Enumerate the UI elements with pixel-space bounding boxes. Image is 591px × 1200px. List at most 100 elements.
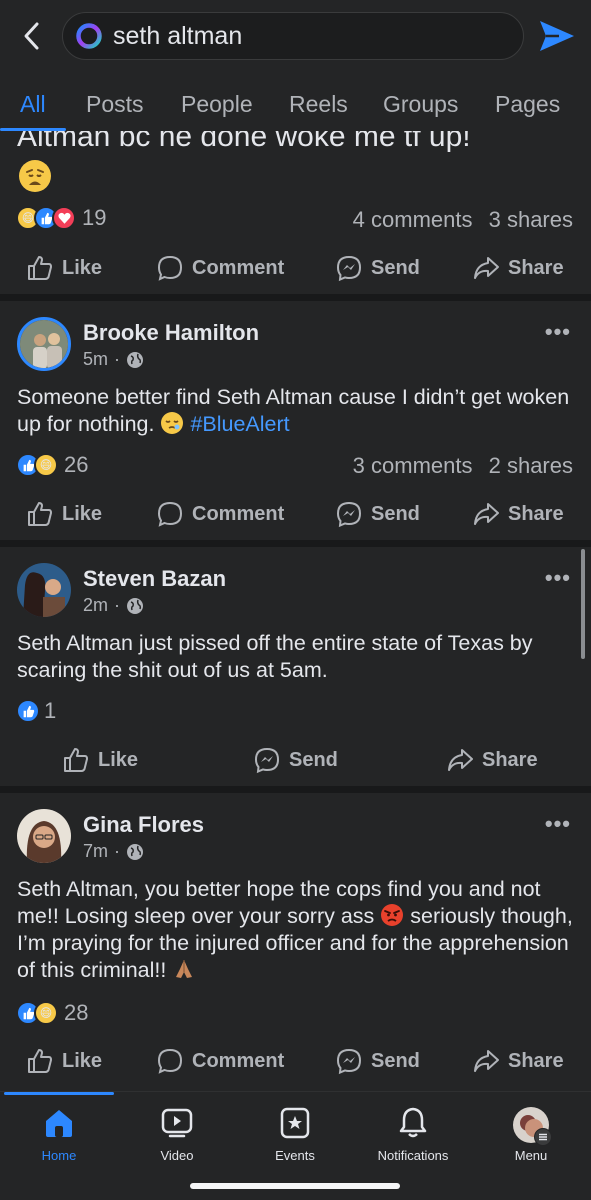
post-meta: 2m · [83,595,144,616]
messenger-icon [336,1048,362,1075]
search-results-feed[interactable]: Altman bc he done woke me tf up! 😄 19 4 … [0,131,591,1091]
post-actions: Like Comment Send Share [0,246,591,290]
more-options-button[interactable]: ••• [545,811,571,837]
post-author[interactable]: Brooke Hamilton [83,320,259,346]
share-arrow-icon [448,749,473,771]
like-button[interactable]: Like [26,500,102,528]
nav-menu[interactable]: Menu [476,1106,586,1163]
send-button[interactable]: Send [335,500,420,528]
post-stats[interactable]: 4 comments 3 shares [343,207,573,233]
share-button[interactable]: Share [472,500,564,528]
comment-button[interactable]: Comment [156,500,284,528]
menu-avatar [512,1106,552,1146]
post-author[interactable]: Steven Bazan [83,566,226,592]
chevron-left-icon [24,22,39,50]
send-label: Send [289,748,338,771]
post-author[interactable]: Gina Flores [83,812,204,838]
back-button[interactable] [14,18,50,54]
post-meta: 5m · [83,349,144,370]
reaction-summary[interactable]: 😄 26 [16,451,88,479]
post-stats[interactable]: 3 comments 2 shares [343,453,573,479]
scrollbar[interactable] [581,549,585,659]
like-button[interactable]: Like [26,1047,102,1075]
video-icon [161,1108,193,1138]
post-text-content: Someone better find Seth Altman cause I … [17,385,570,436]
folded-hands-emoji [172,957,196,981]
globe-icon [127,351,144,368]
sleepy-face-emoji [160,411,184,435]
share-count[interactable]: 2 shares [489,453,573,478]
nav-notifications[interactable]: Notifications [358,1106,468,1163]
reaction-summary[interactable]: 1 [16,697,56,725]
love-reaction-icon [52,206,76,230]
globe-icon [127,843,144,860]
comment-bubble-icon [157,255,183,281]
nav-home[interactable]: Home [4,1106,114,1163]
send-label: Send [371,1049,420,1072]
send-search-icon[interactable] [537,18,577,54]
nav-video-label: Video [160,1148,194,1163]
nav-active-indicator [4,1092,114,1095]
avatar[interactable] [17,809,71,863]
like-label: Like [62,256,103,279]
more-options-button[interactable]: ••• [545,319,571,345]
hashtag-link[interactable]: #BlueAlert [190,412,289,436]
like-label: Like [62,502,103,525]
post-meta: 7m · [83,841,144,862]
share-label: Share [482,748,538,771]
comment-count[interactable]: 3 comments [353,453,473,478]
nav-notifications-label: Notifications [377,1148,449,1163]
post-card: Steven Bazan 2m · ••• Seth Altman just p… [0,547,591,786]
search-query: seth altman [113,21,243,50]
tab-groups[interactable]: Groups [383,91,458,118]
thumbs-up-icon [28,502,52,526]
like-button[interactable]: Like [62,746,138,774]
comment-label: Comment [192,256,285,279]
comment-button[interactable]: Comment [156,254,284,282]
reaction-summary[interactable]: 😄 28 [16,999,88,1027]
tab-people[interactable]: People [181,91,253,118]
avatar[interactable] [17,317,71,371]
top-bar: seth altman [0,0,591,75]
search-input[interactable]: seth altman [62,12,524,60]
reaction-summary[interactable]: 😄 19 [16,204,106,232]
share-label: Share [508,256,564,279]
reaction-count: 28 [64,1000,89,1025]
messenger-icon [336,255,362,282]
home-icon [46,1110,72,1137]
tab-posts[interactable]: Posts [86,91,144,118]
send-button[interactable]: Send [335,254,420,282]
send-button[interactable]: Send [335,1047,420,1075]
reaction-count: 1 [44,698,57,723]
like-reaction-icon [16,699,40,723]
tab-pages[interactable]: Pages [495,91,560,118]
like-button[interactable]: Like [26,254,102,282]
more-options-button[interactable]: ••• [545,565,571,591]
tab-reels[interactable]: Reels [289,91,348,118]
share-button[interactable]: Share [472,1047,564,1075]
nav-video[interactable]: Video [122,1106,232,1163]
share-label: Share [508,502,564,525]
comment-bubble-icon [157,501,183,527]
nav-home-label: Home [41,1148,77,1163]
comment-button[interactable]: Comment [156,1047,284,1075]
angry-face-emoji [380,903,404,927]
send-button[interactable]: Send [253,746,338,774]
post-actions: Like Comment Send Share [0,1039,591,1083]
share-button[interactable]: Share [446,746,538,774]
comment-label: Comment [192,1049,285,1072]
meta-separator: · [114,349,121,369]
nav-events[interactable]: Events [240,1106,350,1163]
tab-all[interactable]: All [20,91,46,118]
thumbs-up-icon [28,1049,52,1073]
haha-reaction-icon: 😄 [34,1001,58,1025]
post-time: 5m [83,349,109,369]
post-time: 2m [83,595,109,615]
share-button[interactable]: Share [472,254,564,282]
share-arrow-icon [474,1050,499,1072]
like-label: Like [62,1049,103,1072]
share-count[interactable]: 3 shares [489,207,573,232]
haha-reaction-icon: 😄 [34,453,58,477]
comment-count[interactable]: 4 comments [353,207,473,232]
avatar[interactable] [17,563,71,617]
